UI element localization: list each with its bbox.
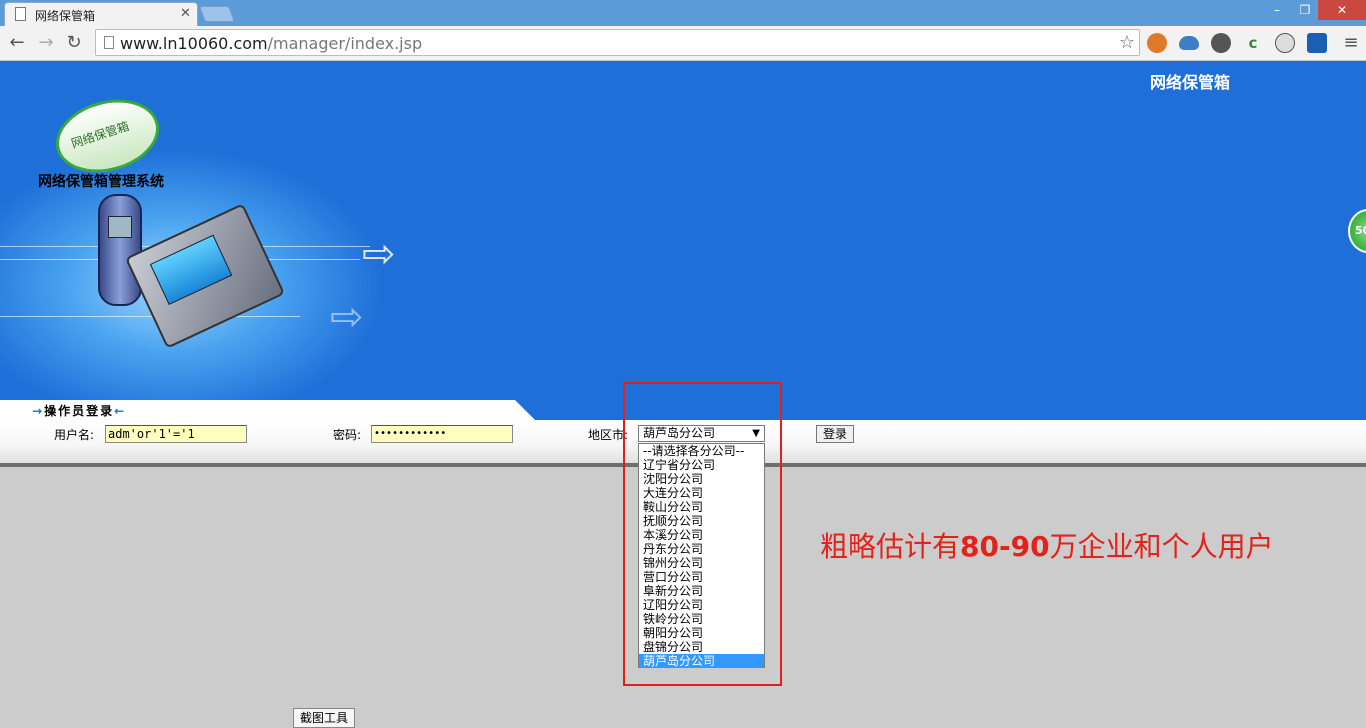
binary-line xyxy=(0,316,300,317)
annotation-text: 粗略估计有80-90万企业和个人用户 xyxy=(820,525,1274,565)
new-tab-button[interactable] xyxy=(199,6,235,22)
arrow-right-icon: → xyxy=(32,404,45,418)
cloud-icon[interactable] xyxy=(1179,36,1199,50)
snipping-tool-button[interactable]: 截图工具 xyxy=(293,708,355,728)
username-input[interactable]: adm'or'1'='1 xyxy=(105,425,247,443)
tab-close-icon[interactable]: ✕ xyxy=(180,6,191,21)
page-icon xyxy=(15,7,26,21)
gear-icon[interactable] xyxy=(1211,33,1231,53)
arrow-left-icon: ← xyxy=(114,404,127,418)
browser-tab[interactable]: 网络保管箱 ✕ xyxy=(4,2,198,26)
annotation-prefix: 粗略估计有 xyxy=(820,530,961,563)
url-path: /manager/index.jsp xyxy=(267,34,423,53)
login-heading-wrap: →操作员登录← xyxy=(32,402,126,419)
bookmark-star-icon[interactable]: ☆ xyxy=(1119,32,1135,53)
arrow-right-icon: ⇨ xyxy=(362,231,396,277)
mobile-phone-image xyxy=(98,194,142,306)
ext-orange-globe-icon[interactable] xyxy=(1147,33,1167,53)
annotation-suffix: 万企业和个人用户 xyxy=(1049,530,1274,563)
minimize-button[interactable]: – xyxy=(1262,0,1292,20)
login-heading: 操作员登录 xyxy=(44,404,115,418)
address-bar[interactable]: www.ln10060.com/manager/index.jsp ☆ xyxy=(95,29,1140,56)
url-text[interactable]: www.ln10060.com/manager/index.jsp xyxy=(120,34,422,53)
maximize-button[interactable]: ❐ xyxy=(1292,0,1318,20)
forward-arrow-icon[interactable]: → xyxy=(35,32,57,54)
site-banner: 网络保管箱 网络保管箱管理系统 ⇨ ⇨ 网络保管箱 50 →操作员登录← xyxy=(0,61,1366,420)
browser-toolbar: ← → ↻ www.ln10060.com/manager/index.jsp … xyxy=(0,26,1366,61)
c-icon[interactable]: c xyxy=(1243,33,1263,53)
close-window-button[interactable]: ✕ xyxy=(1318,0,1366,20)
page-icon xyxy=(104,36,114,49)
username-label: 用户名: xyxy=(54,428,95,442)
tab-title: 网络保管箱 xyxy=(35,9,96,23)
back-arrow-icon[interactable]: ← xyxy=(6,32,28,54)
arrow-right-icon: ⇨ xyxy=(330,294,364,340)
side-floating-badge[interactable]: 50 xyxy=(1348,209,1366,253)
url-domain: www.ln10060.com xyxy=(120,34,268,53)
login-heading-tab: →操作员登录← xyxy=(0,400,535,420)
blue-app-icon[interactable] xyxy=(1307,33,1327,53)
menu-icon[interactable]: ≡ xyxy=(1340,32,1362,54)
password-input[interactable]: •••••••••••• xyxy=(371,425,513,443)
banner-header-title: 网络保管箱 xyxy=(1150,73,1231,92)
password-label: 密码: xyxy=(333,428,362,442)
mask-icon[interactable] xyxy=(1275,33,1295,53)
reload-icon[interactable]: ↻ xyxy=(63,32,85,54)
browser-tabstrip: 网络保管箱 ✕ – ❐ ✕ xyxy=(0,0,1366,26)
red-annotation-box xyxy=(623,382,782,686)
system-title: 网络保管箱管理系统 xyxy=(38,174,164,190)
annotation-number: 80-90 xyxy=(960,530,1050,563)
login-button[interactable]: 登录 xyxy=(816,425,854,443)
